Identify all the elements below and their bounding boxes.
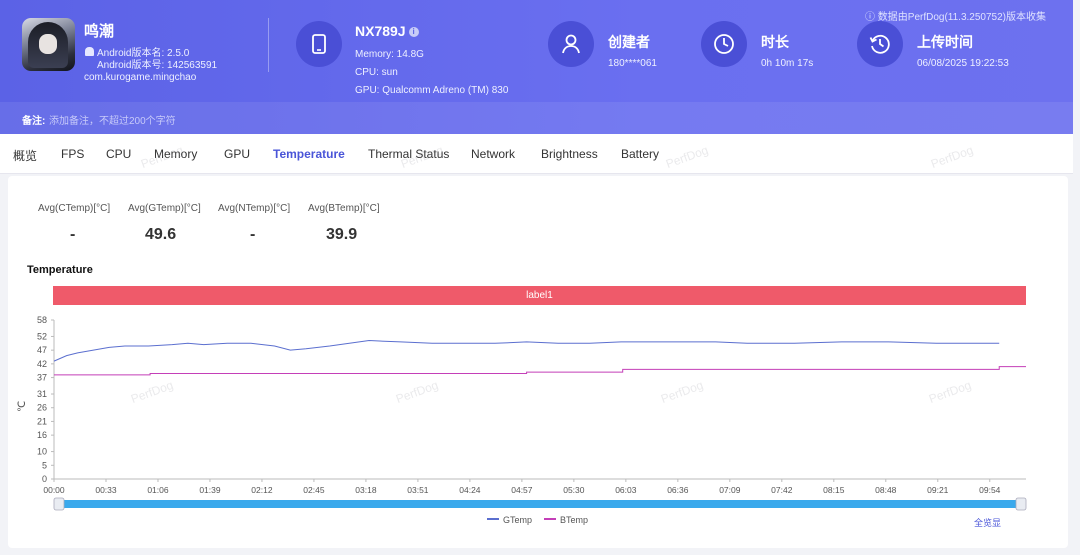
phone-icon: [296, 21, 342, 67]
x-tick-label: 08:15: [823, 485, 845, 495]
device-memory: Memory: 14.8G: [355, 49, 424, 60]
y-tick-label: 42: [37, 359, 47, 369]
x-tick-label: 09:21: [927, 485, 949, 495]
x-tick-label: 06:36: [667, 485, 689, 495]
app-name: 鸣潮: [84, 23, 115, 40]
tab-fps[interactable]: FPS: [61, 147, 84, 161]
tab-gpu[interactable]: GPU: [224, 147, 250, 161]
upload-title: 上传时间: [917, 34, 973, 50]
app-package: com.kurogame.mingchao: [84, 72, 197, 83]
header-divider: [268, 18, 269, 72]
x-tick-label: 02:12: [251, 485, 273, 495]
x-tick-label: 04:57: [511, 485, 533, 495]
zoom-slider-handle-left[interactable]: [53, 497, 65, 511]
tab-memory[interactable]: Memory: [154, 147, 197, 161]
clock-icon: [701, 21, 747, 67]
y-tick-label: 37: [37, 373, 47, 383]
x-tick-label: 03:51: [407, 485, 429, 495]
tab-overview[interactable]: 概览: [13, 147, 37, 164]
x-tick-label: 07:42: [771, 485, 793, 495]
series-line-gtemp: [53, 340, 1000, 362]
creator-value: 180****061: [608, 58, 657, 69]
data-source-note: ⓘ 数据由PerfDog(11.3.250752)版本收集: [865, 12, 1046, 23]
x-tick-label: 03:18: [355, 485, 377, 495]
y-tick-label: 52: [37, 331, 47, 341]
legend-btemp-label: BTemp: [560, 515, 589, 525]
y-tick-label: 47: [37, 345, 47, 355]
x-tick-label: 00:33: [95, 485, 117, 495]
duration-value: 0h 10m 17s: [761, 58, 814, 69]
x-tick-label: 06:03: [615, 485, 637, 495]
tab-thermal-status[interactable]: Thermal Status: [368, 147, 449, 161]
x-tick-label: 08:48: [875, 485, 897, 495]
tab-cpu[interactable]: CPU: [106, 147, 131, 161]
y-tick-label: 58: [37, 315, 47, 325]
x-tick-label: 07:09: [719, 485, 741, 495]
series-line-btemp: [54, 366, 1026, 376]
zoom-slider-handle-right[interactable]: [1015, 497, 1027, 511]
y-tick-label: 10: [37, 447, 47, 457]
app-version-code: Android版本号: 142563591: [97, 60, 218, 71]
full-view-link[interactable]: 全览显: [974, 516, 1001, 529]
zoom-slider-track[interactable]: [54, 500, 1026, 508]
duration-title: 时长: [761, 34, 789, 50]
user-icon: [548, 21, 594, 67]
android-icon: [85, 47, 94, 56]
x-tick-label: 00:00: [43, 485, 65, 495]
tab-bar: 概览 FPS CPU Memory GPU Temperature Therma…: [0, 134, 1073, 174]
legend-btemp[interactable]: BTemp: [544, 515, 588, 525]
legend-gtemp[interactable]: GTemp: [487, 515, 532, 525]
y-tick-label: 31: [37, 389, 47, 399]
tab-network[interactable]: Network: [471, 147, 515, 161]
x-tick-label: 01:39: [199, 485, 221, 495]
device-gpu: GPU: Qualcomm Adreno (TM) 830: [355, 85, 509, 96]
tab-brightness[interactable]: Brightness: [541, 147, 598, 161]
x-tick-label: 04:24: [459, 485, 481, 495]
device-title: NX789J i: [355, 23, 419, 39]
tab-temperature[interactable]: Temperature: [273, 147, 345, 161]
creator-title: 创建者: [608, 34, 650, 50]
y-tick-label: 26: [37, 403, 47, 413]
temperature-card: Avg(CTemp)[°C] - Avg(GTemp)[°C] 49.6 Avg…: [8, 176, 1068, 548]
app-icon: [22, 18, 75, 71]
y-tick-label: 16: [37, 430, 47, 440]
x-tick-label: 05:30: [563, 485, 585, 495]
report-header: ⓘ 数据由PerfDog(11.3.250752)版本收集 鸣潮 Android…: [0, 0, 1073, 134]
y-tick-label: 21: [37, 416, 47, 426]
info-icon[interactable]: i: [408, 27, 419, 37]
y-tick-label: 5: [42, 460, 47, 470]
x-tick-label: 01:06: [147, 485, 169, 495]
temperature-chart[interactable]: 58 52 47 42 37 31 26 21 16 10 5 0 00:00 00:33 01:06 01…: [8, 176, 1068, 516]
remark-label: 备注:: [22, 116, 46, 127]
legend-gtemp-label: GTemp: [503, 515, 533, 525]
x-tick-label: 09:54: [979, 485, 1001, 495]
x-tick-label: 02:45: [303, 485, 325, 495]
upload-value: 06/08/2025 19:22:53: [917, 58, 1009, 69]
tab-battery[interactable]: Battery: [621, 147, 659, 161]
y-tick-label: 0: [42, 474, 47, 484]
remark-input[interactable]: 添加备注，不超过200个字符: [49, 112, 176, 127]
history-icon: [857, 21, 903, 67]
device-cpu: CPU: sun: [355, 67, 398, 78]
y-axis-label: ℃: [17, 401, 28, 412]
